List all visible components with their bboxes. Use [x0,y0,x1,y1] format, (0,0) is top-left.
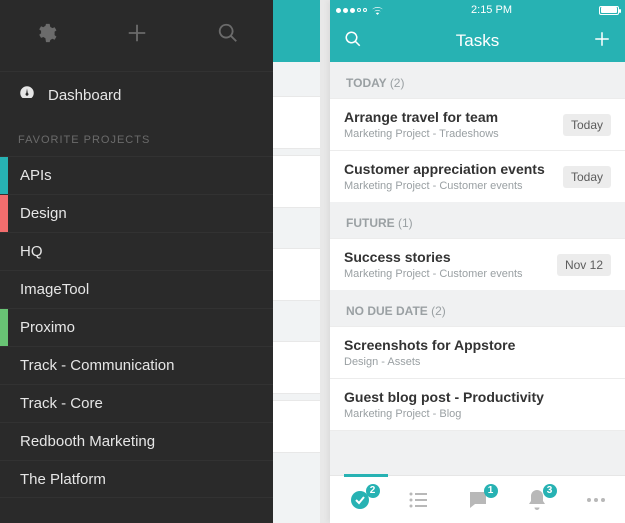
plus-icon[interactable] [593,30,611,53]
sidebar-project[interactable]: Track - Core [0,384,273,422]
sidebar-project[interactable]: APIs [0,156,273,194]
tab-list[interactable] [407,488,431,512]
project-color-dot [0,347,8,384]
project-color-dot [0,461,8,497]
tab-chat[interactable]: 1 [466,488,490,512]
task-row[interactable]: Success stories Marketing Project - Custo… [330,238,625,290]
project-color-dot [0,309,8,346]
task-list[interactable]: TODAY (2) Arrange travel for team Marketin… [330,62,625,475]
signal-icon [336,8,367,13]
tab-bar: 2 1 3 [330,475,625,523]
search-icon[interactable] [344,30,362,53]
sidebar-project[interactable]: Track - Communication [0,346,273,384]
project-color-dot [0,423,8,460]
status-bar: 2:15 PM [330,0,625,20]
sidebar-project[interactable]: HQ [0,232,273,270]
project-label: HQ [8,243,43,260]
task-title: Screenshots for Appstore [344,337,515,353]
battery-icon [599,6,619,15]
due-pill: Today [563,166,611,188]
sidebar-section-title: FAVORITE PROJECTS [0,118,273,156]
tab-notifications[interactable]: 3 [525,488,549,512]
project-label: ImageTool [8,281,89,298]
sidebar-dashboard-label: Dashboard [48,87,121,104]
project-label: The Platform [8,471,106,488]
project-label: Proximo [8,319,75,336]
sidebar: Dashboard FAVORITE PROJECTS APIs Design HQ… [0,0,273,523]
sidebar-project[interactable]: ImageTool [0,270,273,308]
wifi-icon [371,5,384,15]
sidebar-project[interactable]: The Platform [0,460,273,498]
task-row[interactable]: Customer appreciation events Marketing Pr… [330,150,625,202]
section-header: NO DUE DATE (2) [330,290,625,326]
navbar: Tasks [330,20,625,62]
badge: 3 [543,484,557,498]
sidebar-project[interactable]: Proximo [0,308,273,346]
due-pill: Nov 12 [557,254,611,276]
project-label: Track - Core [8,395,103,412]
sidebar-project[interactable]: Design [0,194,273,232]
project-color-dot [0,157,8,194]
project-label: Design [8,205,67,222]
project-color-dot [0,233,8,270]
task-subtitle: Marketing Project - Customer events [344,180,545,192]
section-header: TODAY (2) [330,62,625,98]
badge: 2 [366,484,380,498]
search-icon[interactable] [217,22,239,49]
task-subtitle: Design - Assets [344,356,515,368]
task-title: Guest blog post - Productivity [344,389,544,405]
section-header: FUTURE (1) [330,202,625,238]
plus-icon[interactable] [126,22,148,49]
badge: 1 [484,484,498,498]
tab-more[interactable] [584,488,608,512]
due-pill: Today [563,114,611,136]
status-time: 2:15 PM [471,4,512,16]
project-label: Track - Communication [8,357,174,374]
task-row[interactable]: Screenshots for Appstore Design - Assets [330,326,625,378]
task-title: Customer appreciation events [344,161,545,177]
project-label: Redbooth Marketing [8,433,155,450]
sidebar-toolbar [0,0,273,72]
task-subtitle: Marketing Project - Tradeshows [344,128,499,140]
navbar-title: Tasks [456,31,499,51]
tab-tasks[interactable]: 2 [348,488,372,512]
dashboard-icon [18,84,36,106]
task-row[interactable]: Arrange travel for team Marketing Project… [330,98,625,150]
task-title: Success stories [344,249,523,265]
task-subtitle: Marketing Project - Blog [344,408,544,420]
project-color-dot [0,195,8,232]
task-subtitle: Marketing Project - Customer events [344,268,523,280]
task-title: Arrange travel for team [344,109,499,125]
sidebar-dashboard[interactable]: Dashboard [0,72,273,118]
project-color-dot [0,271,8,308]
foreground-phone: 2:15 PM Tasks TODAY (2)Arrange travel fo… [330,0,625,523]
task-row[interactable]: Guest blog post - Productivity Marketing … [330,378,625,431]
gear-icon[interactable] [35,22,57,49]
project-label: APIs [8,167,52,184]
project-color-dot [0,385,8,422]
sidebar-project[interactable]: Redbooth Marketing [0,422,273,460]
